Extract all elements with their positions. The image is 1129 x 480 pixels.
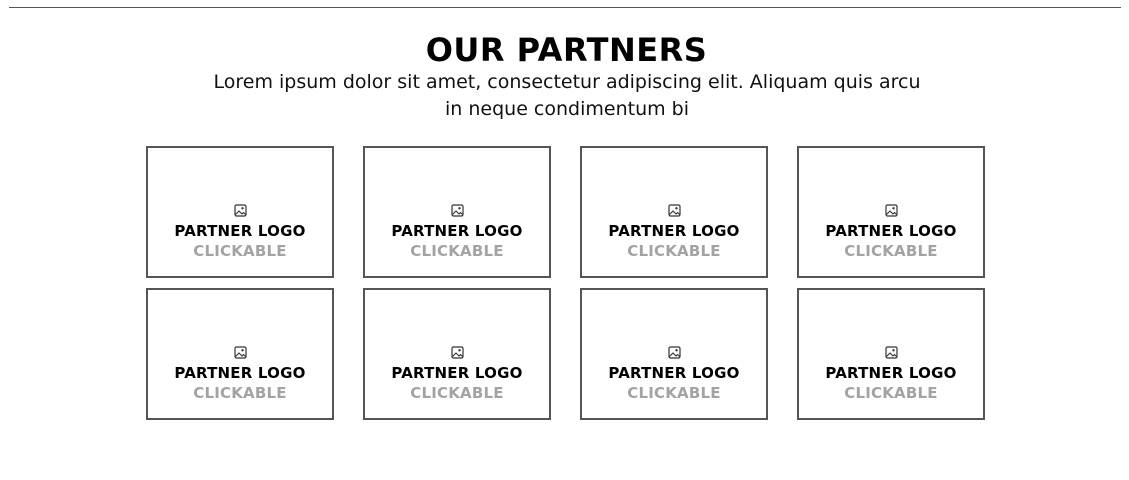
partner-logo-card[interactable]: PARTNER LOGO CLICKABLE <box>146 288 334 420</box>
partner-clickable-label: CLICKABLE <box>627 242 721 260</box>
partner-logo-card[interactable]: PARTNER LOGO CLICKABLE <box>797 146 985 278</box>
partner-logo-card[interactable]: PARTNER LOGO CLICKABLE <box>146 146 334 278</box>
partners-grid: PARTNER LOGO CLICKABLE PARTNER LOGO CLIC… <box>146 146 987 420</box>
section-subtitle: Lorem ipsum dolor sit amet, consectetur … <box>213 71 921 120</box>
image-placeholder-icon <box>667 346 681 359</box>
partner-clickable-label: CLICKABLE <box>410 242 504 260</box>
image-placeholder-icon <box>450 204 464 217</box>
image-placeholder-icon <box>233 346 247 359</box>
partner-logo-label: PARTNER LOGO <box>391 364 523 382</box>
partner-logo-label: PARTNER LOGO <box>825 222 957 240</box>
partner-clickable-label: CLICKABLE <box>410 384 504 402</box>
image-placeholder-icon <box>233 204 247 217</box>
partner-logo-card[interactable]: PARTNER LOGO CLICKABLE <box>580 146 768 278</box>
top-divider <box>9 7 1121 8</box>
image-placeholder-icon <box>667 204 681 217</box>
image-placeholder-icon <box>884 346 898 359</box>
partner-logo-label: PARTNER LOGO <box>608 364 740 382</box>
image-placeholder-icon <box>450 346 464 359</box>
partner-logo-card[interactable]: PARTNER LOGO CLICKABLE <box>363 288 551 420</box>
partner-clickable-label: CLICKABLE <box>844 384 938 402</box>
partner-logo-card[interactable]: PARTNER LOGO CLICKABLE <box>580 288 768 420</box>
image-placeholder-icon <box>884 204 898 217</box>
partner-clickable-label: CLICKABLE <box>193 384 287 402</box>
partner-logo-label: PARTNER LOGO <box>391 222 523 240</box>
partner-logo-label: PARTNER LOGO <box>174 364 306 382</box>
partner-logo-label: PARTNER LOGO <box>608 222 740 240</box>
partner-logo-label: PARTNER LOGO <box>174 222 306 240</box>
partner-clickable-label: CLICKABLE <box>844 242 938 260</box>
partner-clickable-label: CLICKABLE <box>627 384 721 402</box>
section-title: OUR PARTNERS <box>425 31 708 69</box>
partner-logo-card[interactable]: PARTNER LOGO CLICKABLE <box>363 146 551 278</box>
partner-logo-label: PARTNER LOGO <box>825 364 957 382</box>
partner-logo-card[interactable]: PARTNER LOGO CLICKABLE <box>797 288 985 420</box>
partner-clickable-label: CLICKABLE <box>193 242 287 260</box>
